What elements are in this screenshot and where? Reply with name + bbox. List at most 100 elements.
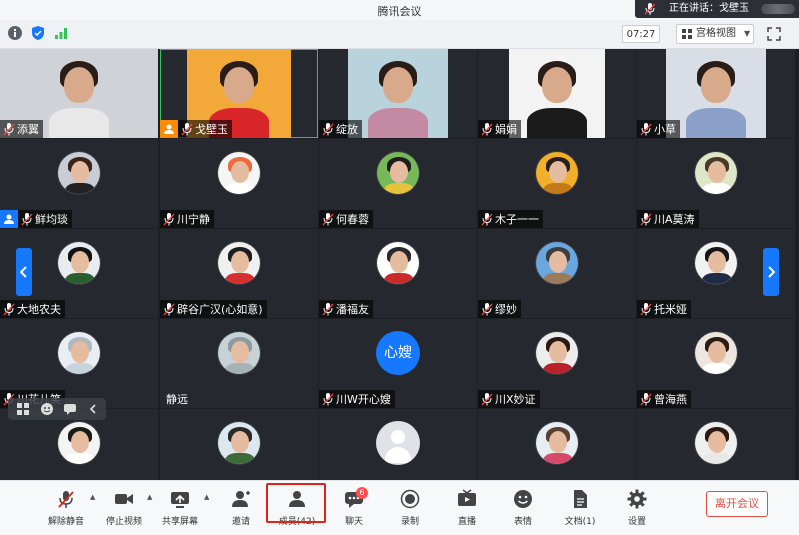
invite-user-icon	[232, 491, 250, 507]
shield-icon[interactable]	[30, 25, 46, 41]
participant-tile[interactable]: 川X妙证	[478, 319, 636, 408]
participant-tile[interactable]: 缪妙	[478, 229, 636, 318]
participant-tile[interactable]: 川A莫涛	[637, 139, 795, 228]
bottom-toolbar: 解除静音 ▲ 停止视频 ▲ 共享屏幕 ▲ 邀请 成员(42) 6 聊天 录制 直…	[0, 480, 799, 535]
document-icon	[574, 490, 587, 508]
participant-tile[interactable]: 添翼	[0, 49, 158, 138]
mic-muted-icon	[3, 302, 15, 315]
participant-avatar	[57, 151, 101, 195]
unmute-label: 解除静音	[47, 517, 84, 527]
participant-name: 大地农夫	[17, 303, 61, 316]
participant-tile[interactable]: 戈壁玉	[160, 49, 318, 138]
mic-muted-icon	[481, 212, 493, 225]
mic-muted-icon	[181, 122, 193, 135]
chat-bubble-icon[interactable]	[63, 402, 77, 416]
mic-muted-icon	[640, 212, 652, 225]
participant-tile[interactable]: 川花儿笑	[0, 319, 158, 408]
caret-up-icon[interactable]: ▲	[204, 493, 212, 501]
camera-icon	[115, 494, 133, 504]
mic-muted-icon	[3, 122, 15, 135]
emoji-label: 表情	[513, 517, 532, 527]
participant-nameplate: 小草	[637, 120, 680, 138]
live-label: 直播	[457, 517, 476, 527]
participant-tile[interactable]: 潘福友	[319, 229, 477, 318]
chat-unread-badge: 6	[356, 487, 368, 499]
grid-icon[interactable]	[16, 402, 30, 416]
record-label: 录制	[400, 517, 419, 527]
smile-icon[interactable]	[40, 402, 54, 416]
leave-meeting-button[interactable]: 离开会议	[706, 491, 768, 517]
mic-muted-icon	[58, 491, 74, 508]
participant-avatar	[535, 331, 579, 375]
participant-tile[interactable]: 娟娟	[478, 49, 636, 138]
participant-tile[interactable]: 川宁静	[160, 139, 318, 228]
host-user-icon	[164, 124, 174, 134]
record-icon	[400, 489, 420, 509]
stop-video-label: 停止视频	[105, 517, 142, 527]
mic-muted-icon	[481, 122, 493, 135]
participant-tile[interactable]: 心嫂川W开心嫂	[319, 319, 477, 408]
share-screen-button[interactable]: 共享屏幕	[154, 485, 206, 531]
next-page-button[interactable]	[763, 248, 779, 296]
participant-name: 川W开心嫂	[336, 393, 391, 406]
participant-avatar-text: 心嫂	[376, 331, 420, 375]
fullscreen-icon[interactable]	[766, 26, 782, 42]
participant-tile[interactable]: 辟谷广汉(心如意)	[160, 229, 318, 318]
participant-tile[interactable]: 木子一一	[478, 139, 636, 228]
participant-video	[348, 49, 448, 138]
collapse-icon[interactable]	[86, 402, 100, 416]
participant-avatar	[376, 151, 420, 195]
participant-avatar	[694, 421, 738, 465]
participant-name: 添翼	[17, 123, 39, 136]
participant-tile[interactable]: 何春蓉	[319, 139, 477, 228]
participant-avatar	[694, 331, 738, 375]
participant-avatar	[217, 331, 261, 375]
grid-view-icon	[682, 29, 692, 39]
info-icon[interactable]	[7, 25, 23, 41]
gear-icon	[627, 489, 647, 509]
participant-tile[interactable]: 绽放	[319, 49, 477, 138]
participant-nameplate: 木子一一	[478, 210, 543, 228]
floating-mini-toolbar[interactable]	[8, 398, 106, 420]
speaking-indicator: 正在讲话：戈壁玉	[635, 0, 799, 18]
stop-video-button[interactable]: 停止视频	[98, 485, 150, 531]
share-screen-label: 共享屏幕	[161, 517, 198, 527]
participant-tile[interactable]: 小草	[637, 49, 795, 138]
participant-name: 木子一一	[495, 213, 539, 226]
participant-tile[interactable]: 鲜均琰	[0, 139, 158, 228]
live-icon	[458, 489, 476, 506]
unmute-button[interactable]: 解除静音	[40, 485, 92, 531]
participant-name: 绽放	[336, 123, 358, 136]
participant-nameplate: 静远	[160, 390, 192, 408]
signal-icon[interactable]	[53, 25, 69, 41]
participant-tile[interactable]: 曾海燕	[637, 319, 795, 408]
participant-avatar	[57, 331, 101, 375]
participant-name: 潘福友	[336, 303, 369, 316]
participant-tile[interactable]: 静远	[160, 319, 318, 408]
caret-up-icon[interactable]: ▲	[90, 493, 98, 501]
speaking-avatar-blur	[761, 4, 795, 14]
record-button[interactable]: 录制	[384, 485, 436, 531]
mic-muted-icon	[322, 302, 334, 315]
participant-nameplate: 娟娟	[478, 120, 521, 138]
mic-muted-icon	[163, 302, 175, 315]
members-highlight-box	[266, 483, 326, 523]
docs-label: 文档(1)	[564, 517, 596, 527]
settings-button[interactable]: 设置	[611, 485, 663, 531]
chat-button[interactable]: 6 聊天	[328, 485, 380, 531]
emoji-icon	[514, 490, 532, 508]
prev-page-button[interactable]	[16, 248, 32, 296]
mic-muted-icon	[163, 212, 175, 225]
view-mode-button[interactable]: 宫格视图 ▼	[676, 24, 754, 44]
live-stream-button[interactable]: 直播	[441, 485, 493, 531]
docs-button[interactable]: 文档(1)	[554, 485, 606, 531]
emoji-button[interactable]: 表情	[497, 485, 549, 531]
participant-name: 川X妙证	[495, 393, 536, 406]
participant-name: 川宁静	[177, 213, 210, 226]
mic-muted-icon	[640, 392, 652, 405]
participant-nameplate: 川宁静	[160, 210, 214, 228]
participant-name: 何春蓉	[336, 213, 369, 226]
invite-button[interactable]: 邀请	[215, 485, 267, 531]
participant-nameplate: 川X妙证	[478, 390, 540, 408]
chevron-down-icon: ▼	[744, 29, 751, 38]
